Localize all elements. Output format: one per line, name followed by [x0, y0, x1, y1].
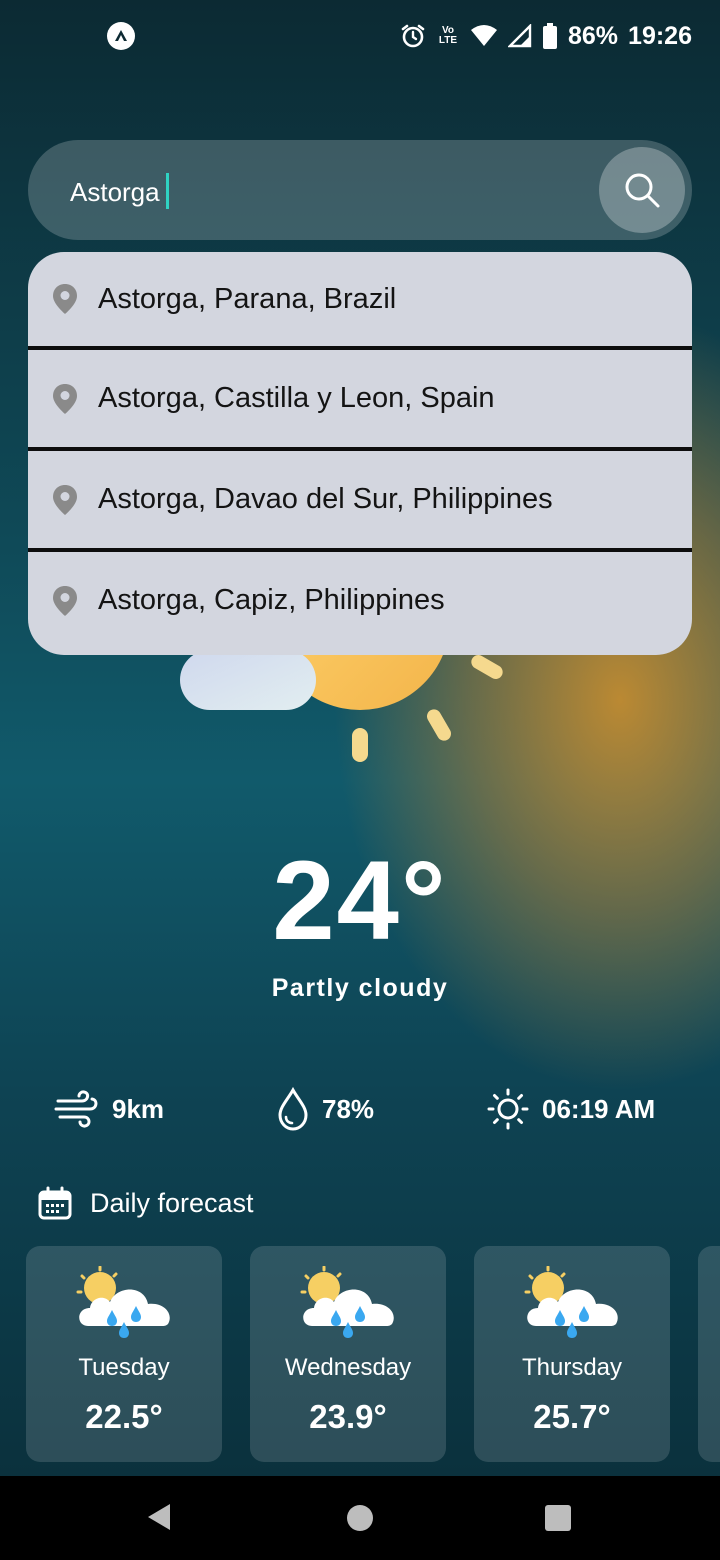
- suggestion-label: Astorga, Parana, Brazil: [98, 282, 397, 315]
- suggestion-label: Astorga, Davao del Sur, Philippines: [98, 483, 553, 515]
- suggestion-item[interactable]: Astorga, Parana, Brazil: [28, 252, 692, 346]
- search-input[interactable]: Astorga: [70, 173, 169, 209]
- wind-stat: 9km: [54, 1085, 164, 1133]
- forecast-card[interactable]: Tuesday 22.5°: [26, 1246, 222, 1462]
- location-pin-icon: [53, 585, 77, 616]
- weather-condition: Partly cloudy: [271, 974, 449, 1002]
- home-icon[interactable]: [347, 1505, 373, 1531]
- forecast-temp: 25.7°: [533, 1398, 611, 1435]
- search-button[interactable]: [599, 147, 685, 233]
- forecast-temp: 22.5°: [85, 1398, 163, 1435]
- battery-icon: [543, 23, 557, 49]
- location-pin-icon: [53, 284, 77, 314]
- location-pin-icon: [53, 383, 77, 414]
- forecast-day: Thursday: [521, 1354, 623, 1381]
- search-bar[interactable]: Astorga: [28, 140, 692, 240]
- battery-percent: 86%: [568, 21, 619, 50]
- daily-forecast-header: Daily forecast: [38, 1186, 254, 1220]
- suggestion-label: Astorga, Castilla y Leon, Spain: [98, 382, 495, 414]
- wifi-icon: [471, 25, 497, 46]
- navigation-bar: [0, 1476, 720, 1560]
- app-notification-icon: [107, 22, 135, 50]
- current-temperature: 24°: [272, 838, 448, 963]
- back-icon[interactable]: [146, 1502, 172, 1532]
- forecast-card[interactable]: Thursday 25.7°: [474, 1246, 670, 1462]
- signal-icon: [508, 24, 532, 48]
- forecast-day: Tuesday: [78, 1354, 170, 1381]
- status-bar: Vo LTE 86% 19:26: [0, 0, 720, 72]
- suggestion-item[interactable]: Astorga, Capiz, Philippines: [28, 548, 692, 649]
- search-icon: [625, 173, 660, 208]
- volte-icon: Vo LTE: [438, 25, 458, 46]
- wind-value: 9km: [112, 1093, 165, 1124]
- calendar-icon: [38, 1186, 72, 1220]
- sunrise-stat: 06:19 AM: [486, 1085, 655, 1133]
- forecast-day: Wednesday: [284, 1354, 412, 1381]
- suggestion-list: Astorga, Parana, Brazil Astorga, Castill…: [28, 252, 692, 655]
- humidity-drop-icon: [278, 1087, 308, 1131]
- location-pin-icon: [53, 484, 77, 515]
- wind-icon: [54, 1090, 98, 1128]
- rain-cloud-icon: [76, 1266, 170, 1338]
- text-caret: [165, 173, 169, 209]
- humidity-stat: 78%: [276, 1085, 374, 1133]
- daily-forecast-title: Daily forecast: [90, 1187, 254, 1218]
- clock: 19:26: [628, 21, 692, 50]
- recent-apps-icon[interactable]: [545, 1505, 571, 1531]
- forecast-card-partial[interactable]: [698, 1246, 720, 1462]
- forecast-card[interactable]: Wednesday 23.9°: [250, 1246, 446, 1462]
- alarm-icon: [401, 24, 425, 48]
- suggestion-item[interactable]: Astorga, Castilla y Leon, Spain: [28, 346, 692, 447]
- rain-cloud-icon: [300, 1266, 394, 1338]
- humidity-value: 78%: [322, 1093, 375, 1124]
- suggestion-item[interactable]: Astorga, Davao del Sur, Philippines: [28, 447, 692, 548]
- suggestion-label: Astorga, Capiz, Philippines: [98, 584, 445, 616]
- forecast-temp: 23.9°: [309, 1398, 387, 1435]
- rain-cloud-icon: [524, 1266, 618, 1338]
- sun-icon: [487, 1088, 529, 1130]
- sunrise-value: 06:19 AM: [542, 1093, 656, 1124]
